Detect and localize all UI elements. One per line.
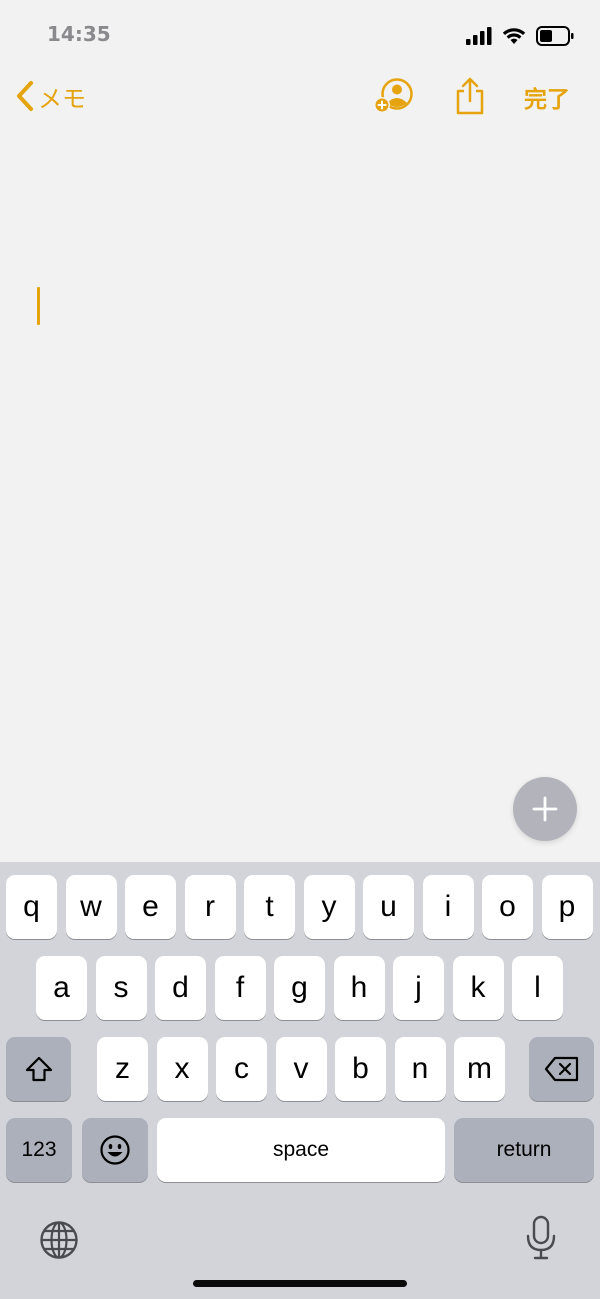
battery-icon: [536, 26, 574, 46]
key-z[interactable]: z: [97, 1037, 148, 1101]
key-s[interactable]: s: [95, 956, 147, 1020]
key-t[interactable]: t: [244, 875, 295, 939]
globe-button[interactable]: [38, 1219, 80, 1266]
chevron-left-icon: [17, 81, 33, 111]
emoji-icon: [100, 1135, 130, 1165]
dictation-button[interactable]: [524, 1214, 558, 1267]
add-person-icon: [374, 78, 413, 113]
key-k[interactable]: k: [452, 956, 504, 1020]
key-i[interactable]: i: [422, 875, 474, 939]
keyboard: qwertyuiop asdfghjkl zxcvbnm 123 space r…: [0, 862, 600, 1299]
add-person-button[interactable]: [372, 74, 416, 118]
status-time: 14:35: [47, 22, 111, 46]
text-cursor: [37, 287, 40, 325]
key-h[interactable]: h: [333, 956, 385, 1020]
key-v[interactable]: v: [275, 1037, 327, 1101]
key-b[interactable]: b: [335, 1037, 386, 1101]
return-key[interactable]: return: [454, 1118, 594, 1182]
key-c[interactable]: c: [216, 1037, 267, 1101]
key-l[interactable]: l: [512, 956, 563, 1020]
backspace-icon: [544, 1056, 578, 1082]
signal-icon: [466, 27, 492, 45]
key-p[interactable]: p: [541, 875, 593, 939]
plus-icon: [532, 796, 558, 822]
key-r[interactable]: r: [184, 875, 236, 939]
back-button-label: メモ: [38, 84, 86, 113]
share-button[interactable]: [452, 74, 488, 118]
globe-icon: [40, 1221, 78, 1259]
status-icons: [466, 24, 574, 48]
key-y[interactable]: y: [303, 875, 355, 939]
key-d[interactable]: d: [155, 956, 206, 1020]
key-a[interactable]: a: [36, 956, 87, 1020]
microphone-icon: [526, 1215, 556, 1260]
back-button[interactable]: メモ: [14, 76, 86, 116]
key-n[interactable]: n: [394, 1037, 446, 1101]
note-body-editor[interactable]: [0, 130, 600, 860]
done-button[interactable]: 完了: [524, 80, 570, 114]
key-o[interactable]: o: [482, 875, 533, 939]
key-g[interactable]: g: [274, 956, 325, 1020]
key-f[interactable]: f: [214, 956, 266, 1020]
shift-key[interactable]: [6, 1037, 71, 1101]
key-q[interactable]: q: [6, 875, 57, 939]
key-u[interactable]: u: [363, 875, 414, 939]
key-j[interactable]: j: [393, 956, 444, 1020]
key-e[interactable]: e: [125, 875, 176, 939]
emoji-key[interactable]: [82, 1118, 148, 1182]
home-indicator: [193, 1280, 407, 1287]
wifi-icon: [502, 28, 526, 44]
shift-icon: [25, 1056, 52, 1082]
key-w[interactable]: w: [65, 875, 117, 939]
quick-add-button[interactable]: [513, 777, 577, 841]
notes-screen: 14:35 メモ 完了 q w e r t y u i o p a s d f …: [0, 0, 600, 1299]
backspace-key[interactable]: [529, 1037, 594, 1101]
share-icon: [456, 77, 484, 115]
space-key[interactable]: space: [157, 1118, 445, 1182]
key-m[interactable]: m: [454, 1037, 505, 1101]
numbers-key[interactable]: 123: [6, 1118, 72, 1182]
key-x[interactable]: x: [156, 1037, 208, 1101]
